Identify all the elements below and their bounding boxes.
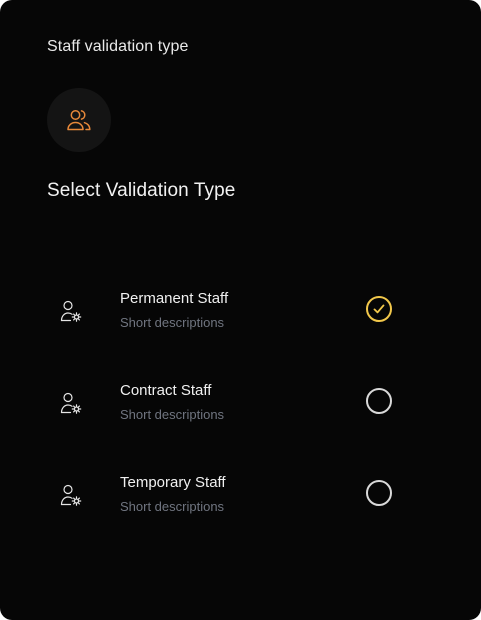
card-title: Staff validation type (47, 38, 189, 55)
users-icon (67, 110, 91, 131)
option-label: Permanent Staff (120, 290, 229, 307)
validation-type-card: Staff validation type Select Validation … (0, 0, 481, 620)
option-radio[interactable] (366, 480, 392, 506)
option-contract-staff[interactable]: Contract Staff Short descriptions (40, 366, 420, 438)
option-permanent-staff[interactable]: Permanent Staff Short descriptions (40, 274, 420, 346)
check-icon (373, 304, 385, 314)
option-radio[interactable] (366, 296, 392, 322)
user-settings-icon (57, 390, 85, 418)
user-settings-icon (57, 482, 85, 510)
users-avatar (47, 88, 111, 152)
section-title: Select Validation Type (47, 180, 236, 201)
user-settings-icon (57, 298, 85, 326)
option-description: Short descriptions (120, 499, 225, 514)
option-description: Short descriptions (120, 407, 225, 422)
option-radio[interactable] (366, 388, 392, 414)
option-temporary-staff[interactable]: Temporary Staff Short descriptions (40, 458, 420, 530)
option-description: Short descriptions (120, 315, 225, 330)
option-label: Contract Staff (120, 382, 212, 399)
option-label: Temporary Staff (120, 474, 226, 491)
